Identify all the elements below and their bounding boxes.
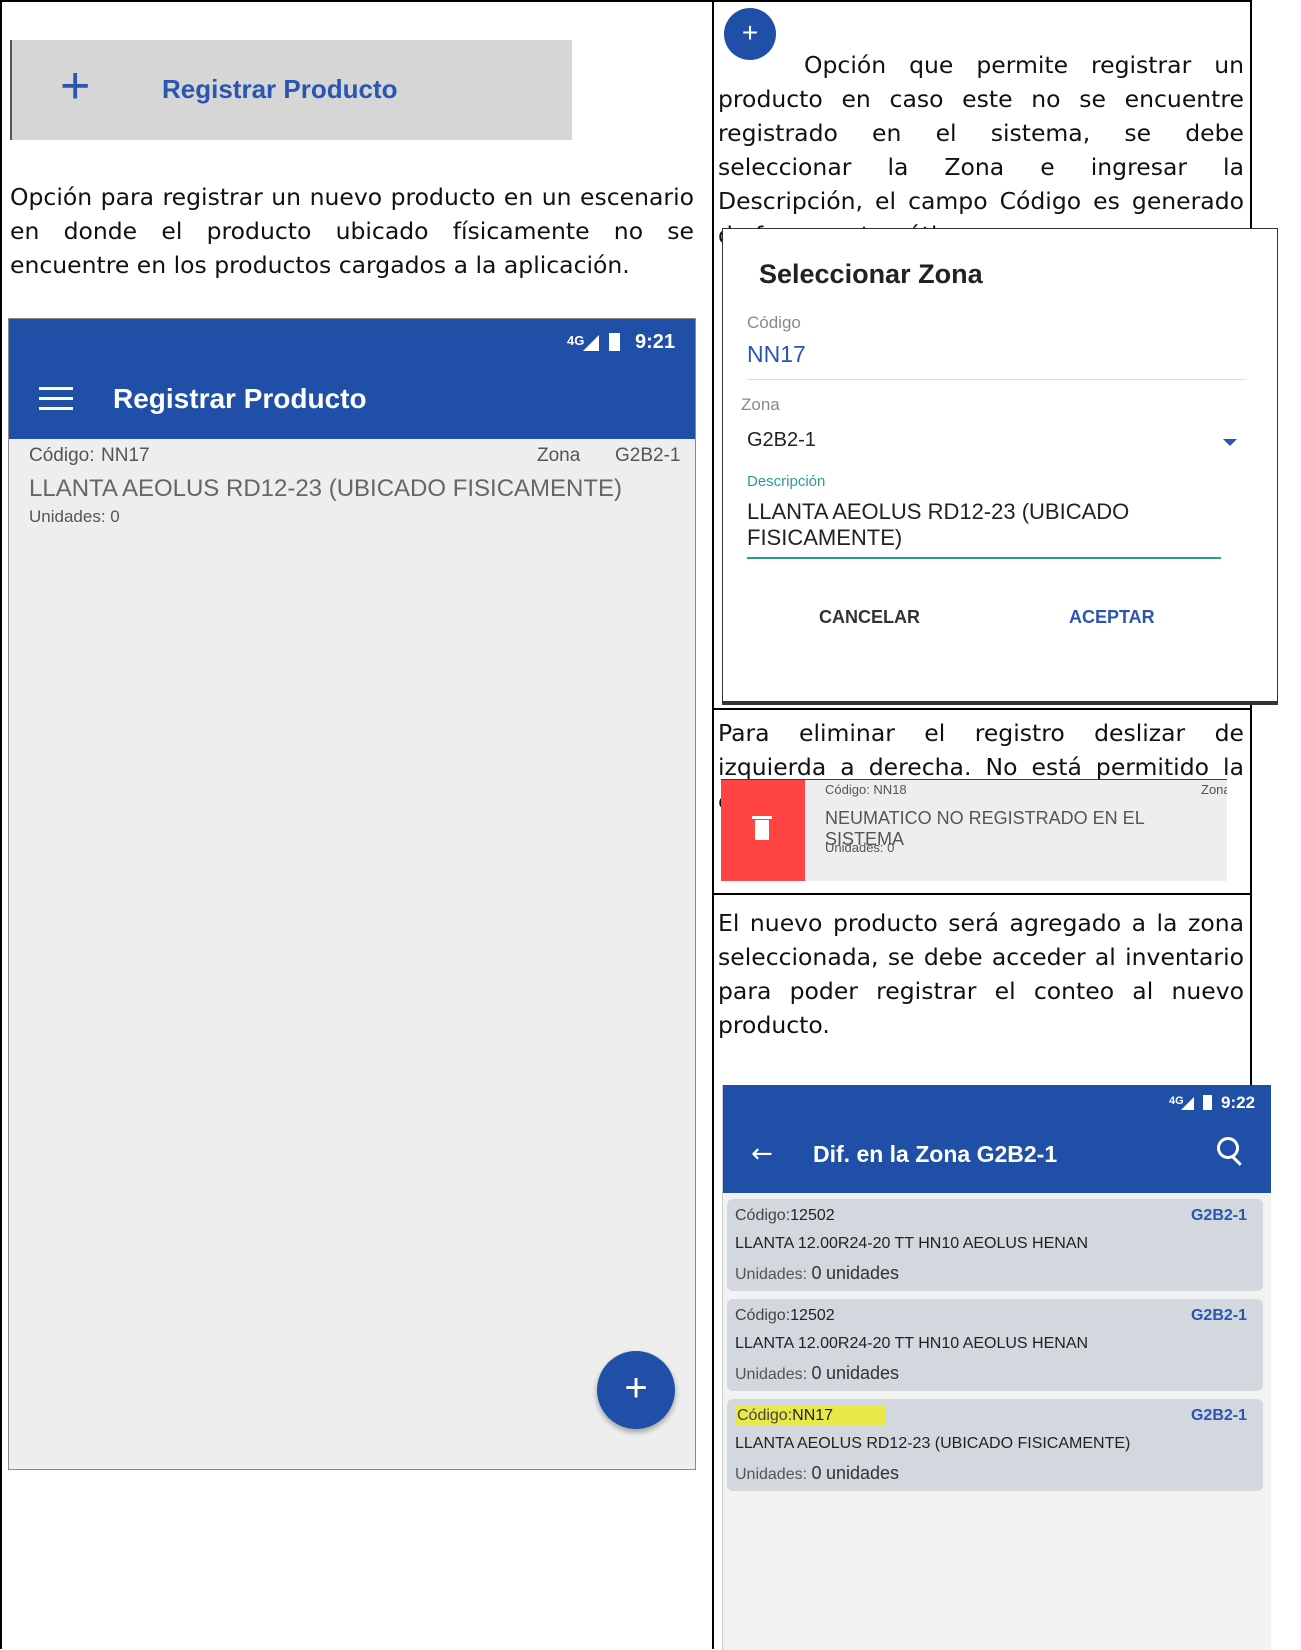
- description-field-underline: [747, 557, 1221, 559]
- accept-button[interactable]: ACEPTAR: [1069, 607, 1155, 628]
- description-field-label: Descripción: [747, 473, 826, 490]
- dialog-title: Seleccionar Zona: [759, 259, 983, 289]
- item-zone: G2B2-1: [615, 445, 681, 466]
- table-border-row2: [712, 893, 1252, 895]
- search-icon[interactable]: [1217, 1137, 1247, 1167]
- item-zone-label: Zona: [537, 445, 581, 466]
- table-border-top: [0, 0, 1252, 2]
- status-network: 4G: [567, 333, 585, 348]
- cell3-description: El nuevo producto será agregado a la zon…: [718, 909, 1244, 1039]
- table-border-left: [0, 0, 2, 1649]
- plus-icon: +: [60, 57, 91, 115]
- item-zone: G2B2-1: [1190, 1207, 1247, 1224]
- select-zone-dialog: Seleccionar Zona Código NN17 Zona G2B2-1…: [722, 228, 1278, 705]
- status-time: 9:22: [1221, 1093, 1256, 1112]
- item-code: NN17: [101, 445, 150, 466]
- item-zone: G2B2-1: [1190, 1307, 1247, 1324]
- app-bar: 4G 9:22 ← Dif. en la Zona G2B2-1: [723, 1085, 1271, 1193]
- item-units-label: Unidades:: [735, 1366, 808, 1383]
- plus-icon: +: [624, 1366, 648, 1410]
- code-field-underline: [747, 379, 1247, 380]
- signal-icon: [583, 335, 599, 351]
- zone-differences-screen: 4G 9:22 ← Dif. en la Zona G2B2-1 Código:…: [722, 1085, 1271, 1650]
- status-time: 9:21: [635, 331, 676, 353]
- delete-area[interactable]: [721, 780, 805, 881]
- app-bar: 4G 9:21 Registrar Producto: [9, 319, 695, 439]
- list-item[interactable]: Código:12502 G2B2-1 LLANTA 12.00R24-20 T…: [727, 1299, 1263, 1391]
- chevron-down-icon: [1223, 439, 1237, 446]
- description-line-1: LLANTA AEOLUS RD12-23 (UBICADO: [747, 499, 1130, 524]
- description-field[interactable]: LLANTA AEOLUS RD12-23 (UBICADO FISICAMEN…: [747, 499, 1221, 559]
- item-code-label: Código:: [735, 1307, 791, 1324]
- list-item[interactable]: Código:12502 G2B2-1 LLANTA 12.00R24-20 T…: [727, 1199, 1263, 1291]
- add-product-fab[interactable]: +: [597, 1351, 675, 1429]
- code-field: NN17: [747, 341, 806, 367]
- table-border-row1: [712, 708, 1252, 710]
- table-border-middle: [712, 0, 714, 1649]
- item-description: LLANTA 12.00R24-20 TT HN10 AEOLUS HENAN: [735, 1235, 1089, 1252]
- item-units-value: 0: [811, 1363, 822, 1383]
- item-code: 12502: [790, 1207, 835, 1224]
- description-line-2: FISICAMENTE): [747, 525, 903, 550]
- item-description: LLANTA AEOLUS RD12-23 (UBICADO FISICAMEN…: [735, 1435, 1131, 1452]
- item-code-label: Código:: [735, 1207, 791, 1224]
- screen-title: Dif. en la Zona G2B2-1: [813, 1141, 1058, 1167]
- item-units-value: 0: [811, 1463, 822, 1483]
- menu-item-label: Registrar Producto: [162, 74, 398, 104]
- item-code-label: Código:: [29, 445, 95, 466]
- item-code: 12502: [790, 1307, 835, 1324]
- item-zone: G2B2-1: [1190, 1407, 1247, 1424]
- trash-icon-lid: [752, 816, 772, 819]
- item-zone-label: Zona: [1201, 782, 1227, 797]
- item-units-label: Unidades:: [735, 1466, 808, 1483]
- plus-icon: +: [741, 17, 759, 48]
- battery-icon: [609, 333, 620, 351]
- screen-title: Registrar Producto: [113, 383, 367, 414]
- hamburger-menu-icon[interactable]: [39, 387, 73, 411]
- list-item[interactable]: Código:NN17 G2B2-1 LLANTA AEOLUS RD12-23…: [727, 1399, 1263, 1491]
- item-description: LLANTA AEOLUS RD12-23 (UBICADO FISICAMEN…: [29, 475, 623, 502]
- highlighted-code: Código:NN17: [735, 1405, 886, 1426]
- item-units-label: Unidades:: [735, 1266, 808, 1283]
- item-code-label: Código:: [737, 1407, 793, 1424]
- battery-icon: [1203, 1095, 1212, 1110]
- cell1-description: Opción que permite registrar un producto…: [718, 51, 1244, 249]
- item-code: NN17: [792, 1407, 834, 1424]
- trash-icon: [755, 820, 769, 840]
- item-units-suffix: unidades: [825, 1363, 900, 1383]
- item-description: LLANTA 12.00R24-20 TT HN10 AEOLUS HENAN: [735, 1335, 1089, 1352]
- signal-icon: [1181, 1097, 1194, 1110]
- register-product-menu-item[interactable]: + Registrar Producto: [10, 40, 572, 140]
- item-code: Código: NN18: [825, 782, 907, 797]
- item-units-value: 0: [811, 1263, 822, 1283]
- item-units-suffix: unidades: [825, 1463, 900, 1483]
- code-field-label: Código: [747, 313, 801, 332]
- cancel-button[interactable]: CANCELAR: [819, 607, 920, 628]
- zone-select-value: G2B2-1: [747, 429, 816, 451]
- back-arrow-icon[interactable]: ←: [751, 1139, 773, 1169]
- swipe-to-delete-item[interactable]: Código: NN18 Zona NEUMATICO NO REGISTRAD…: [721, 779, 1227, 881]
- left-description: Opción para registrar un nuevo producto …: [10, 183, 694, 279]
- list-item[interactable]: Código: NN17 Zona G2B2-1 LLANTA AEOLUS R…: [9, 439, 695, 529]
- item-units-suffix: unidades: [825, 1263, 900, 1283]
- item-units: Unidades: 0: [29, 507, 120, 526]
- item-units: Unidades: 0: [825, 840, 895, 855]
- zone-select[interactable]: G2B2-1: [741, 419, 1253, 463]
- register-product-screen: 4G 9:21 Registrar Producto Código: NN17 …: [8, 318, 696, 1470]
- zone-field-label: Zona: [741, 395, 780, 414]
